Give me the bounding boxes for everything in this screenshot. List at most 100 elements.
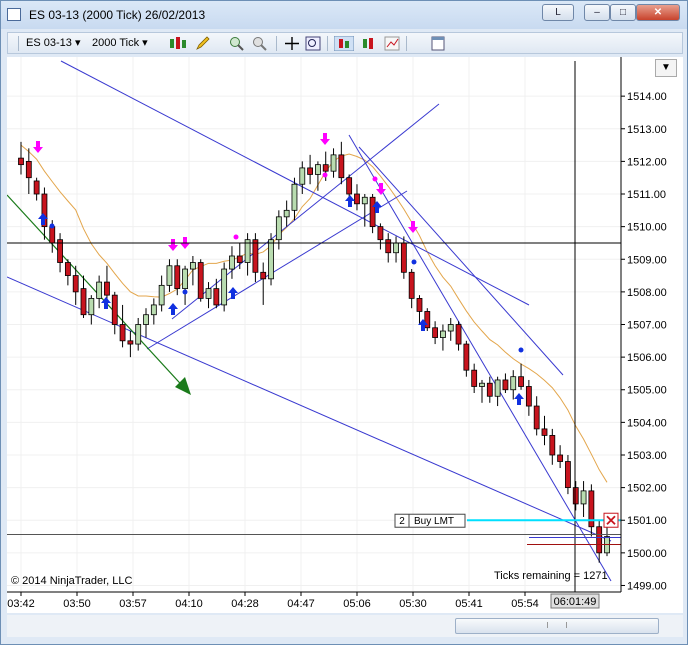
candle-body	[424, 311, 431, 329]
chart-style-icon[interactable]	[384, 36, 400, 51]
candle-body	[455, 324, 462, 345]
candle-body	[510, 376, 517, 391]
candle-body	[315, 164, 321, 175]
order-quantity: 2	[399, 516, 405, 527]
time-tick-label: 04:28	[231, 598, 259, 610]
order-type-label: Buy LMT	[414, 516, 454, 527]
price-tick-label: 1501.00	[627, 515, 667, 527]
time-tick-label: 04:10	[175, 598, 203, 610]
candle-body	[377, 226, 384, 241]
time-tick-label: 03:50	[63, 598, 91, 610]
title-bar[interactable]: ES 03-13 (2000 Tick) 26/02/2013 L – □ ✕	[1, 1, 687, 29]
strategy-icon[interactable]	[334, 36, 354, 51]
candle-body	[88, 298, 95, 316]
price-tick-label: 1511.00	[627, 189, 666, 201]
toolbar-separator	[327, 36, 328, 51]
time-tick-label: 04:47	[287, 598, 315, 610]
time-tick-label: 05:06	[343, 598, 371, 610]
candle-body	[49, 226, 56, 244]
minimize-button[interactable]: –	[584, 4, 610, 21]
candle-body	[354, 193, 360, 205]
horizontal-scrollbar[interactable]	[7, 615, 683, 637]
price-axis: 1514.00 1513.00 1512.00 1511.00 1510.00 1509.…	[620, 57, 683, 613]
close-button[interactable]: ✕	[636, 4, 680, 21]
instrument-selector[interactable]: ES 03-13 ▾	[26, 36, 80, 51]
pencil-draw-icon[interactable]	[195, 36, 211, 51]
price-tick-label: 1508.00	[627, 287, 667, 299]
link-button[interactable]: L	[542, 4, 574, 21]
candle-body	[385, 239, 392, 254]
candle-body	[346, 177, 353, 195]
time-tick-label: 05:30	[399, 598, 427, 610]
candle-body	[486, 382, 493, 397]
candle-body	[322, 164, 329, 172]
crosshair-icon[interactable]	[284, 36, 300, 51]
price-tick-label: 1504.00	[627, 417, 667, 429]
candle-body	[549, 435, 556, 456]
indicator-icon[interactable]	[360, 36, 376, 51]
time-tick-label: 05:54	[511, 598, 539, 610]
price-tick-label: 1503.00	[627, 450, 667, 462]
interval-label: 2000 Tick	[92, 37, 140, 49]
candle-body	[416, 298, 423, 312]
crosshair-time-label: 06:01:49	[554, 596, 597, 608]
candle-body	[502, 379, 509, 391]
zoom-in-icon[interactable]	[229, 36, 245, 51]
candle-body	[119, 324, 126, 342]
price-tick-label: 1499.00	[627, 580, 667, 592]
candle-body	[447, 324, 454, 332]
candle-body	[557, 454, 564, 462]
candle-body	[221, 268, 228, 306]
chevron-down-icon: ▾	[142, 37, 148, 49]
candle-body	[361, 196, 368, 205]
candle-body	[205, 288, 212, 299]
candle-body	[393, 242, 399, 254]
candle-body	[533, 405, 540, 430]
maximize-button[interactable]: □	[610, 4, 636, 21]
candle-body	[408, 271, 415, 299]
price-tick-label: 1506.00	[627, 352, 667, 364]
candle-body	[588, 490, 595, 528]
price-tick-label: 1507.00	[627, 320, 667, 332]
candle-body	[252, 239, 259, 273]
interval-selector[interactable]: 2000 Tick ▾	[92, 36, 148, 51]
candle-body	[33, 180, 40, 195]
zoom-out-icon[interactable]	[252, 36, 268, 51]
scroll-grip	[547, 622, 567, 628]
signal-marker	[182, 289, 188, 295]
bar-type-icon[interactable]	[167, 36, 189, 51]
candle-body	[260, 271, 267, 280]
candle-body	[64, 262, 71, 276]
time-tick-label: 03:57	[119, 598, 147, 610]
properties-icon[interactable]	[430, 36, 446, 51]
candle-body	[25, 160, 32, 179]
price-tick-label: 1505.00	[627, 385, 667, 397]
candle-body	[471, 369, 478, 387]
chart-window: ES 03-13 (2000 Tick) 26/02/2013 L – □ ✕ …	[0, 0, 688, 645]
candle-body	[18, 157, 24, 166]
chart-canvas[interactable]: 2Buy LMT1509.501501.001500.5006:01:49 15…	[6, 57, 684, 613]
candle-body	[189, 262, 196, 270]
candle-body	[213, 288, 220, 306]
candle-body	[307, 167, 313, 175]
magnifier-icon[interactable]	[305, 36, 321, 51]
candle-body	[299, 167, 306, 185]
candle-body	[596, 526, 603, 554]
signal-marker	[372, 176, 378, 182]
candle-body	[291, 183, 298, 211]
chart-menu-button[interactable]: ▼	[655, 59, 677, 77]
price-chart[interactable]: 2Buy LMT1509.501501.001500.5006:01:49 15…	[6, 57, 684, 613]
candle-body	[541, 428, 548, 436]
candle-body	[275, 216, 282, 241]
candle-body	[479, 382, 485, 387]
candle-body	[158, 284, 165, 306]
time-tick-label: 03:42	[7, 598, 35, 610]
candle-body	[432, 327, 439, 338]
price-tick-label: 1502.00	[627, 483, 667, 495]
toolbar-separator	[406, 36, 407, 51]
candle-body	[494, 379, 501, 397]
candle-body	[369, 196, 376, 228]
candle-body	[236, 255, 243, 263]
price-tick-label: 1510.00	[627, 222, 667, 234]
chevron-down-icon: ▾	[74, 37, 81, 49]
